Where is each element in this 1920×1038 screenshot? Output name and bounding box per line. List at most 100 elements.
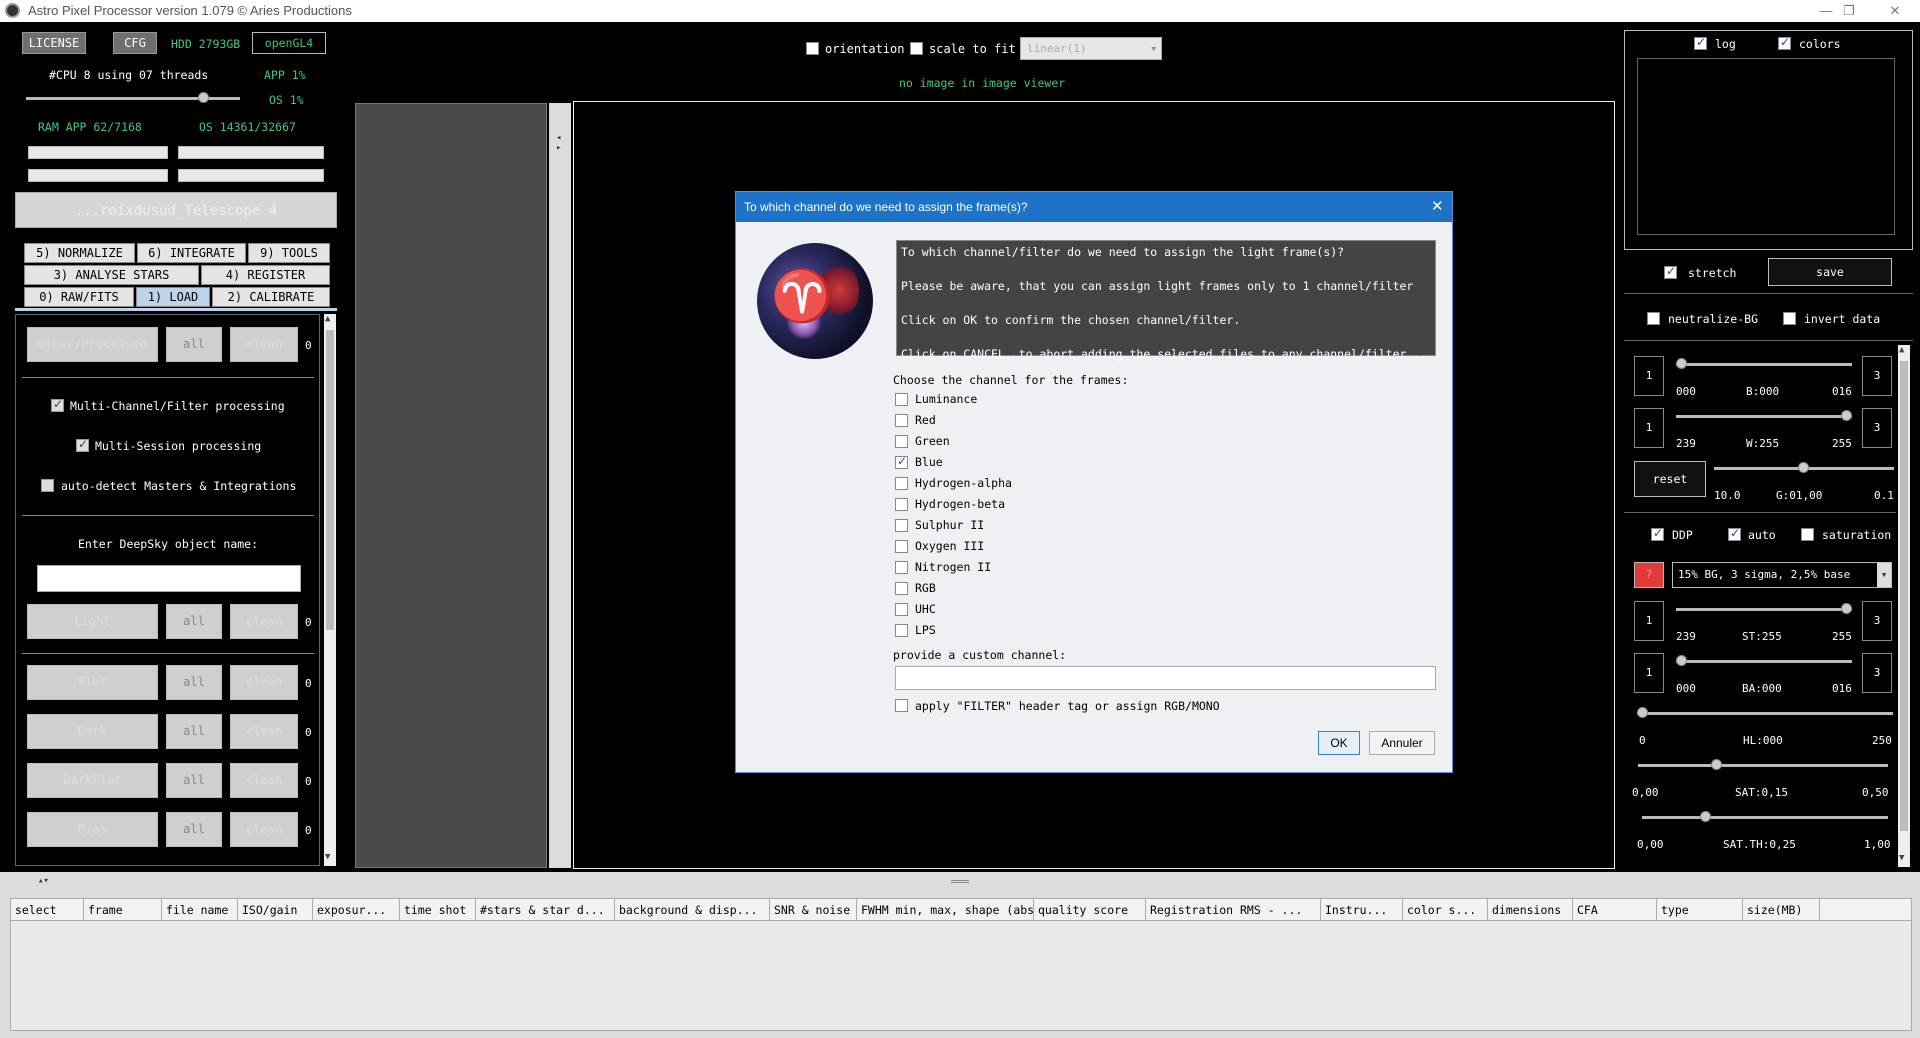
column-header[interactable]: exposur... xyxy=(313,899,400,921)
g-slider-knob[interactable] xyxy=(1798,462,1809,473)
apply-filter-checkbox[interactable] xyxy=(895,698,908,712)
hl-slider[interactable] xyxy=(1637,712,1893,715)
tab-analyse-stars[interactable]: 3) ANALYSE STARS xyxy=(24,265,199,285)
channel-checkbox[interactable] xyxy=(895,603,908,616)
column-header[interactable]: FWHM min, max, shape (abs... xyxy=(857,899,1034,921)
channel-option[interactable]: Sulphur II xyxy=(895,518,984,536)
close-window-icon[interactable]: ✕ xyxy=(1872,0,1918,22)
tab-tools[interactable]: 9) TOOLS xyxy=(248,243,330,263)
flat-button[interactable]: Flat xyxy=(27,665,158,700)
w-decrement-button[interactable]: 1 xyxy=(1634,408,1664,448)
channel-option[interactable]: LPS xyxy=(895,623,936,641)
channel-option[interactable]: Luminance xyxy=(895,392,977,410)
channel-checkbox[interactable] xyxy=(895,393,908,406)
channel-checkbox[interactable] xyxy=(895,582,908,595)
opengl-button[interactable]: openGL4 xyxy=(252,32,326,54)
project-name-button[interactable]: ...roixdusud_Telescope 4 xyxy=(15,192,337,228)
column-header[interactable]: color s... xyxy=(1403,899,1488,921)
column-header[interactable]: frame xyxy=(84,899,162,921)
dark-clean-button[interactable]: clean xyxy=(230,714,298,749)
sat-slider-knob[interactable] xyxy=(1711,759,1722,770)
column-header[interactable]: dimensions xyxy=(1488,899,1573,921)
flat-all-button[interactable]: all xyxy=(166,665,222,700)
column-header[interactable]: SNR & noise xyxy=(770,899,857,921)
stretch-checkbox[interactable] xyxy=(1664,264,1677,279)
channel-checkbox[interactable] xyxy=(895,435,908,448)
w-slider[interactable] xyxy=(1676,415,1852,418)
splitter-handle-icon[interactable] xyxy=(951,880,969,883)
ddp-checkbox[interactable] xyxy=(1651,526,1664,541)
column-header[interactable]: background & disp... xyxy=(615,899,770,921)
other-processed-button[interactable]: Other/Processed xyxy=(27,327,158,362)
restore-icon[interactable]: ❐ xyxy=(1826,0,1872,22)
tab-normalize[interactable]: 5) NORMALIZE xyxy=(24,243,135,263)
dark-button[interactable]: Dark xyxy=(27,714,158,749)
other-all-button[interactable]: all xyxy=(166,327,222,362)
dark-all-button[interactable]: all xyxy=(166,714,222,749)
custom-channel-input[interactable] xyxy=(895,666,1436,690)
load-panel-scrollbar[interactable]: ▲ ▼ xyxy=(324,314,336,866)
st-increment-button[interactable]: 3 xyxy=(1862,601,1892,641)
st-decrement-button[interactable]: 1 xyxy=(1634,601,1664,641)
channel-checkbox[interactable] xyxy=(895,498,908,511)
tab-raw-fits[interactable]: 0) RAW/FITS xyxy=(24,287,134,307)
tab-register[interactable]: 4) REGISTER xyxy=(201,265,330,285)
neutralize-bg-checkbox[interactable] xyxy=(1647,311,1660,325)
channel-option[interactable]: Blue xyxy=(895,454,943,473)
right-panel-scrollbar[interactable]: ▲ ▼ xyxy=(1898,345,1910,867)
auto-detect-checkbox[interactable] xyxy=(41,478,54,492)
stretch-select[interactable]: linear(1) ▾ xyxy=(1020,37,1162,60)
bias-button[interactable]: Bias xyxy=(27,812,158,847)
ok-button[interactable]: OK xyxy=(1318,731,1360,755)
channel-option[interactable]: Nitrogen II xyxy=(895,560,991,578)
channel-checkbox[interactable] xyxy=(895,477,908,490)
log-checkbox[interactable] xyxy=(1694,35,1707,50)
bias-all-button[interactable]: all xyxy=(166,812,222,847)
deepsky-name-input[interactable] xyxy=(37,565,301,592)
column-header[interactable]: #stars & star d... xyxy=(476,899,615,921)
tab-integrate[interactable]: 6) INTEGRATE xyxy=(137,243,246,263)
darkflat-clean-button[interactable]: clean xyxy=(230,763,298,798)
other-clean-button[interactable]: clean xyxy=(230,327,298,362)
column-header[interactable]: time shot xyxy=(400,899,476,921)
st-slider-knob[interactable] xyxy=(1841,603,1852,614)
sat-slider[interactable] xyxy=(1638,764,1888,767)
threads-slider-knob[interactable] xyxy=(198,92,209,103)
splitter[interactable]: ◂ ▸ xyxy=(549,103,571,868)
dialog-close-icon[interactable]: ✕ xyxy=(1431,197,1444,215)
channel-option[interactable]: Red xyxy=(895,413,936,431)
channel-checkbox[interactable] xyxy=(895,624,908,637)
darkflat-button[interactable]: DarkFlat xyxy=(27,763,158,798)
sat-th-slider[interactable] xyxy=(1642,816,1888,819)
multi-channel-checkbox[interactable] xyxy=(51,397,64,412)
hl-slider-knob[interactable] xyxy=(1637,707,1648,718)
w-slider-knob[interactable] xyxy=(1841,410,1852,421)
save-button[interactable]: save xyxy=(1768,258,1892,286)
channel-checkbox[interactable] xyxy=(895,519,908,532)
ba-slider-knob[interactable] xyxy=(1676,655,1687,666)
b-slider[interactable] xyxy=(1676,363,1852,366)
light-button[interactable]: Light xyxy=(27,604,158,639)
column-header[interactable]: Registration RMS - ... xyxy=(1146,899,1321,921)
collapse-arrows-icon[interactable]: ▴▾ xyxy=(38,876,49,886)
license-button[interactable]: LICENSE xyxy=(22,32,86,54)
column-header[interactable]: ISO/gain xyxy=(238,899,313,921)
channel-checkbox[interactable] xyxy=(895,561,908,574)
channel-option[interactable]: UHC xyxy=(895,602,936,620)
bias-clean-button[interactable]: clean xyxy=(230,812,298,847)
column-header[interactable]: quality score xyxy=(1034,899,1146,921)
channel-checkbox[interactable] xyxy=(895,454,908,469)
cancel-button[interactable]: Annuler xyxy=(1369,731,1435,755)
b-increment-button[interactable]: 3 xyxy=(1862,356,1892,396)
invert-data-checkbox[interactable] xyxy=(1783,311,1796,325)
ba-decrement-button[interactable]: 1 xyxy=(1634,653,1664,693)
column-header[interactable]: type xyxy=(1657,899,1743,921)
channel-option[interactable]: Hydrogen-alpha xyxy=(895,476,1012,494)
column-header[interactable]: CFA xyxy=(1573,899,1657,921)
channel-checkbox[interactable] xyxy=(895,540,908,553)
tab-load[interactable]: 1) LOAD xyxy=(136,287,210,307)
st-slider[interactable] xyxy=(1676,608,1852,611)
column-header[interactable]: Instru... xyxy=(1321,899,1403,921)
column-header[interactable]: size(MB) xyxy=(1743,899,1820,921)
column-header[interactable]: select xyxy=(11,899,84,921)
